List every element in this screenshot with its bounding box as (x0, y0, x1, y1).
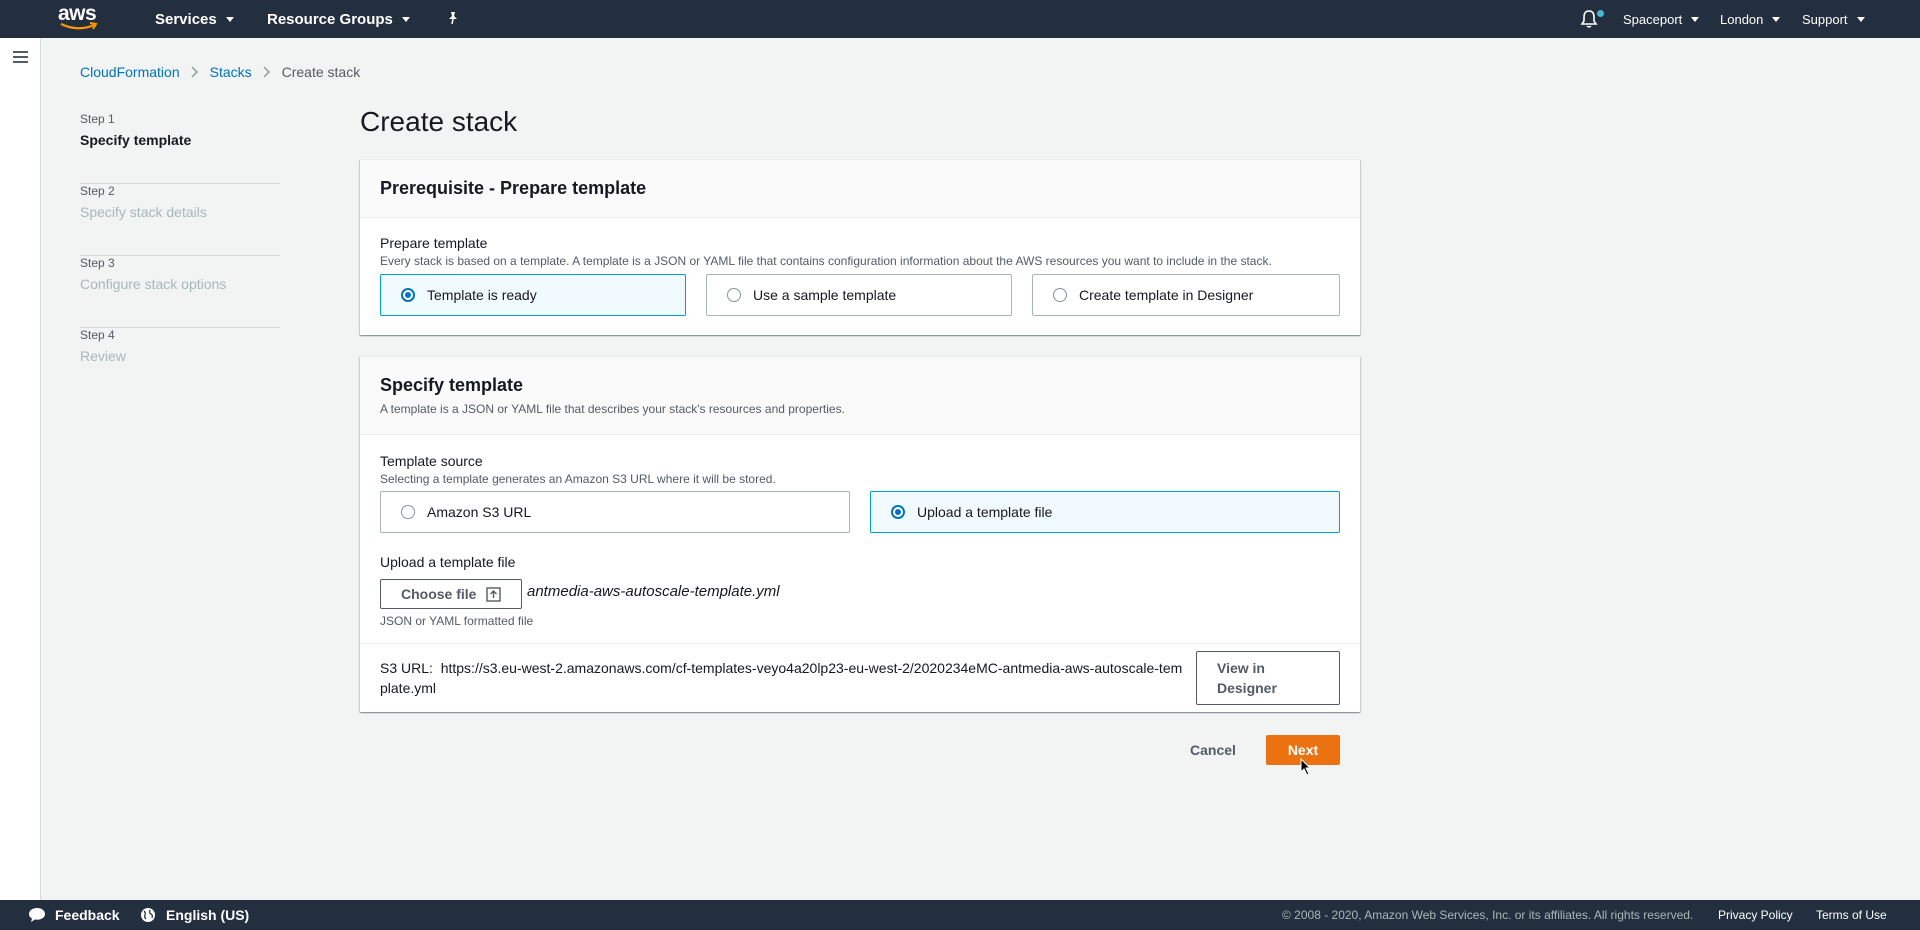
option-upload-file[interactable]: Upload a template file (870, 491, 1340, 533)
resource-groups-menu[interactable]: Resource Groups (267, 0, 410, 38)
radio-button[interactable] (891, 505, 905, 519)
mouse-cursor-icon (1300, 758, 1312, 776)
account-label: Spaceport (1623, 11, 1683, 27)
page-title: Create stack (360, 106, 518, 137)
chevron-down-icon (401, 16, 410, 22)
field-label: Template source (380, 453, 483, 469)
breadcrumb-cloudformation[interactable]: CloudFormation (80, 64, 180, 80)
step-title: Review (80, 348, 126, 364)
panel-header: Specify template A template is a JSON or… (360, 357, 1360, 435)
chevron-down-icon (1772, 16, 1781, 22)
terms-of-use-link[interactable]: Terms of Use (1816, 900, 1887, 930)
upload-icon (486, 586, 502, 602)
chevron-down-icon (1691, 16, 1700, 22)
field-label: Prepare template (380, 235, 488, 251)
prerequisite-panel: Prerequisite - Prepare template Prepare … (360, 159, 1360, 335)
region-menu[interactable]: London (1720, 0, 1781, 38)
choose-file-button[interactable]: Choose file (380, 579, 523, 609)
option-s3-url[interactable]: Amazon S3 URL (380, 491, 850, 533)
region-label: London (1720, 11, 1764, 27)
chevron-down-icon (225, 16, 234, 22)
chat-bubble-icon (29, 908, 45, 922)
wizard-steps: Step 1 Specify template Step 2 Specify s… (80, 112, 280, 400)
s3-url-value: https://s3.eu-west-2.amazonaws.com/cf-te… (380, 660, 1183, 696)
language-label: English (US) (166, 907, 250, 923)
step-1[interactable]: Step 1 Specify template (80, 112, 280, 184)
copyright: © 2008 - 2020, Amazon Web Services, Inc.… (1282, 908, 1694, 922)
privacy-policy-link[interactable]: Privacy Policy (1718, 900, 1793, 930)
step-number: Step 4 (80, 328, 115, 342)
step-4: Step 4 Review (80, 328, 280, 400)
breadcrumb-create-stack: Create stack (281, 64, 361, 80)
view-in-designer-button[interactable]: View in Designer (1196, 651, 1340, 705)
option-label: Upload a template file (917, 504, 1053, 520)
services-label: Services (155, 10, 217, 28)
logo-text: aws (58, 2, 97, 25)
smile-icon (60, 22, 98, 30)
radio-button[interactable] (401, 505, 415, 519)
field-description: Every stack is based on a template. A te… (380, 254, 1272, 268)
pin-icon[interactable] (447, 11, 459, 25)
radio-button[interactable] (727, 288, 741, 302)
breadcrumb: CloudFormation Stacks Create stack (80, 64, 360, 80)
menu-icon[interactable] (13, 51, 28, 63)
radio-button[interactable] (401, 288, 415, 302)
aws-logo[interactable]: aws (58, 2, 104, 33)
step-number: Step 1 (80, 112, 115, 126)
chevron-down-icon (1856, 16, 1865, 22)
field-label: Upload a template file (380, 554, 516, 570)
resource-groups-label: Resource Groups (267, 10, 393, 28)
option-sample-template[interactable]: Use a sample template (706, 274, 1012, 316)
support-menu[interactable]: Support (1802, 0, 1865, 38)
choose-file-label: Choose file (401, 586, 477, 602)
panel-title: Prerequisite - Prepare template (380, 178, 647, 198)
bell-icon[interactable] (1580, 9, 1598, 29)
option-label: Amazon S3 URL (427, 504, 532, 520)
step-3: Step 3 Configure stack options (80, 256, 280, 328)
step-number: Step 2 (80, 184, 115, 198)
specify-template-panel: Specify template A template is a JSON or… (360, 356, 1360, 712)
feedback-link[interactable]: Feedback (28, 900, 120, 930)
step-title: Configure stack options (80, 276, 227, 292)
radio-button[interactable] (1053, 288, 1067, 302)
cancel-button[interactable]: Cancel (1178, 735, 1248, 765)
globe-icon (141, 908, 155, 922)
option-label: Create template in Designer (1079, 287, 1254, 303)
services-menu[interactable]: Services (155, 0, 234, 38)
s3-url-label: S3 URL: (380, 660, 433, 676)
chevron-right-icon (191, 66, 198, 78)
step-number: Step 3 (80, 256, 115, 270)
option-create-in-designer[interactable]: Create template in Designer (1032, 274, 1340, 316)
account-menu[interactable]: Spaceport (1623, 0, 1700, 38)
panel-description: A template is a JSON or YAML file that d… (380, 402, 845, 416)
support-label: Support (1802, 11, 1848, 27)
side-rail (0, 38, 41, 900)
panel-header: Prerequisite - Prepare template (360, 160, 1360, 218)
option-label: Template is ready (427, 287, 537, 303)
panel-title: Specify template (380, 375, 524, 395)
top-navigation: aws Services Resource Groups Spaceport L… (0, 0, 1920, 38)
field-hint: JSON or YAML formatted file (380, 614, 534, 628)
notification-dot (1597, 10, 1604, 17)
step-title: Specify stack details (80, 204, 207, 220)
option-label: Use a sample template (753, 287, 897, 303)
field-description: Selecting a template generates an Amazon… (380, 472, 776, 486)
step-2: Step 2 Specify stack details (80, 184, 280, 256)
selected-file-name: antmedia-aws-autoscale-template.yml (527, 583, 780, 600)
divider (360, 643, 1360, 644)
footer: Feedback English (US) © 2008 - 2020, Ama… (0, 900, 1920, 930)
step-title: Specify template (80, 132, 192, 148)
feedback-label: Feedback (55, 907, 120, 923)
chevron-right-icon (263, 66, 270, 78)
language-selector[interactable]: English (US) (140, 900, 249, 930)
option-template-ready[interactable]: Template is ready (380, 274, 686, 316)
s3-url-text: S3 URL: https://s3.eu-west-2.amazonaws.c… (380, 658, 1190, 698)
breadcrumb-stacks[interactable]: Stacks (210, 64, 252, 80)
